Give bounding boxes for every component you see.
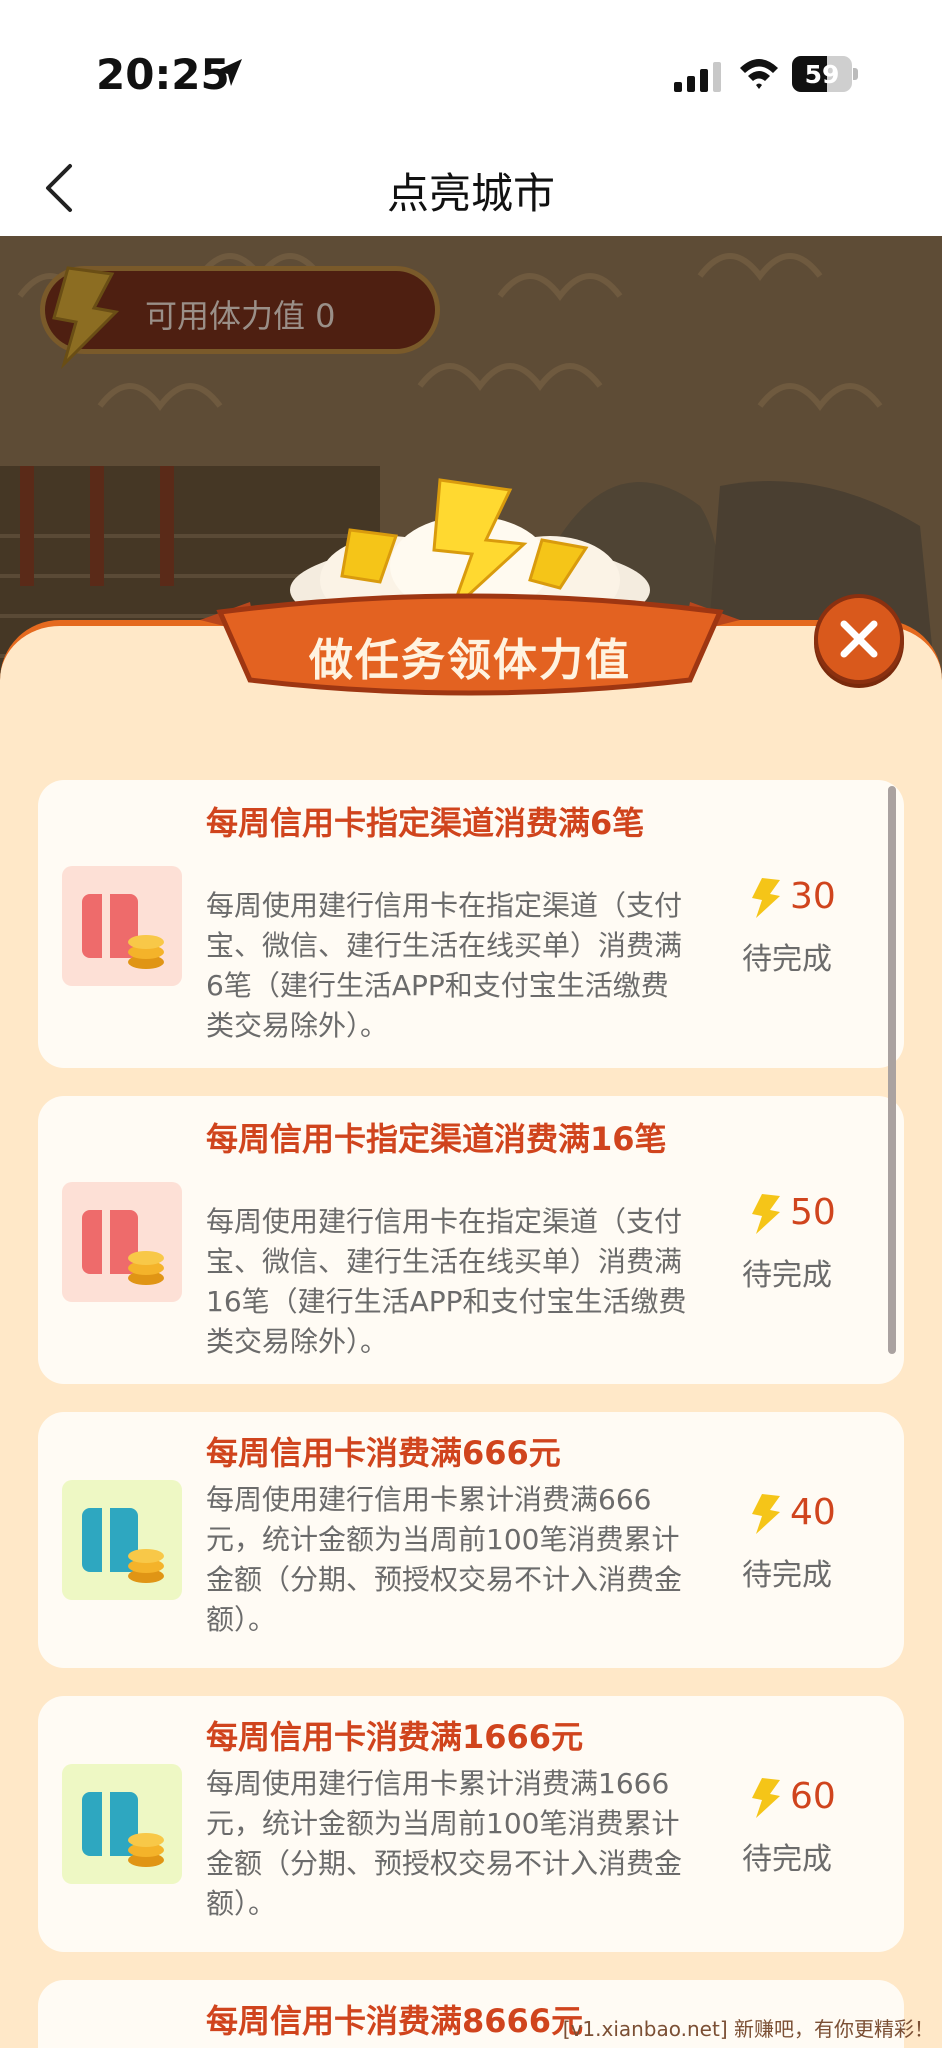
task-title: 每周信用卡消费满666元 — [206, 1434, 561, 1472]
lightning-bolt-icon — [752, 1778, 780, 1818]
task-description: 每周使用建行信用卡在指定渠道（支付宝、微信、建行生活在线买单）消费满16笔（建行… — [206, 1205, 687, 1358]
task-status: 待完成 — [742, 1842, 832, 1877]
task-description: 每周使用建行信用卡在指定渠道（支付宝、微信、建行生活在线买单）消费满6笔（建行生… — [206, 889, 683, 1042]
reward-points: 50 — [790, 1192, 836, 1233]
task-status: 待完成 — [742, 1558, 832, 1593]
credit-card-coins-icon — [62, 1182, 182, 1302]
wifi-icon — [740, 59, 778, 89]
credit-card-coins-icon — [62, 866, 182, 986]
task-title: 每周信用卡消费满1666元 — [206, 1718, 584, 1756]
task-card[interactable]: 每周信用卡指定渠道消费满6笔 每周使用建行信用卡在指定渠道（支付宝、微信、建行生… — [38, 780, 904, 1068]
lightning-bolt-icon — [752, 1194, 780, 1234]
task-card[interactable]: 每周信用卡消费满1666元 每周使用建行信用卡累计消费满1666元，统计金额为当… — [38, 1696, 904, 1952]
reward-points: 30 — [790, 876, 836, 917]
reward-points: 40 — [790, 1492, 836, 1533]
stamina-label: 可用体力值 0 — [145, 297, 336, 335]
nav-bar: 点亮城市 — [0, 140, 942, 236]
battery-indicator: 59 — [792, 56, 858, 92]
close-icon — [840, 620, 878, 658]
task-title: 每周信用卡指定渠道消费满6笔 — [206, 804, 645, 842]
task-status: 待完成 — [742, 942, 832, 977]
credit-card-coins-icon — [62, 1480, 182, 1600]
lightning-bolt-icon — [52, 266, 120, 370]
task-card[interactable]: 每周信用卡消费满666元 每周使用建行信用卡累计消费满666元，统计金额为当周前… — [38, 1412, 904, 1668]
task-title: 每周信用卡指定渠道消费满16笔 — [206, 1120, 667, 1158]
lightning-bolt-icon — [752, 878, 780, 918]
scrollbar[interactable] — [888, 786, 896, 1354]
cellular-signal-icon — [674, 62, 721, 92]
task-status: 待完成 — [742, 1258, 832, 1293]
watermark-text: [v1.xianbao.net] 新赚吧，有你更精彩！ — [562, 2017, 934, 2041]
task-description: 每周使用建行信用卡累计消费满666元，统计金额为当周前100笔消费累计金额（分期… — [206, 1483, 683, 1636]
task-description: 每周使用建行信用卡累计消费满1666元，统计金额为当周前100笔消费累计金额（分… — [206, 1767, 683, 1920]
status-bar: 20:25 59 — [0, 0, 942, 140]
close-button[interactable] — [814, 594, 904, 684]
lightning-bolt-icon — [752, 1494, 780, 1534]
reward-points: 60 — [790, 1776, 836, 1817]
page-title: 点亮城市 — [386, 169, 555, 218]
battery-percent: 59 — [804, 60, 840, 89]
task-card[interactable]: 每周信用卡指定渠道消费满16笔 每周使用建行信用卡在指定渠道（支付宝、微信、建行… — [38, 1096, 904, 1384]
task-list: 每周信用卡指定渠道消费满6笔 每周使用建行信用卡在指定渠道（支付宝、微信、建行生… — [38, 780, 904, 2048]
location-arrow-icon — [216, 59, 242, 86]
modal-title: 做任务领体力值 — [309, 635, 631, 686]
status-time: 20:25 — [96, 50, 230, 99]
credit-card-coins-icon — [62, 1764, 182, 1884]
